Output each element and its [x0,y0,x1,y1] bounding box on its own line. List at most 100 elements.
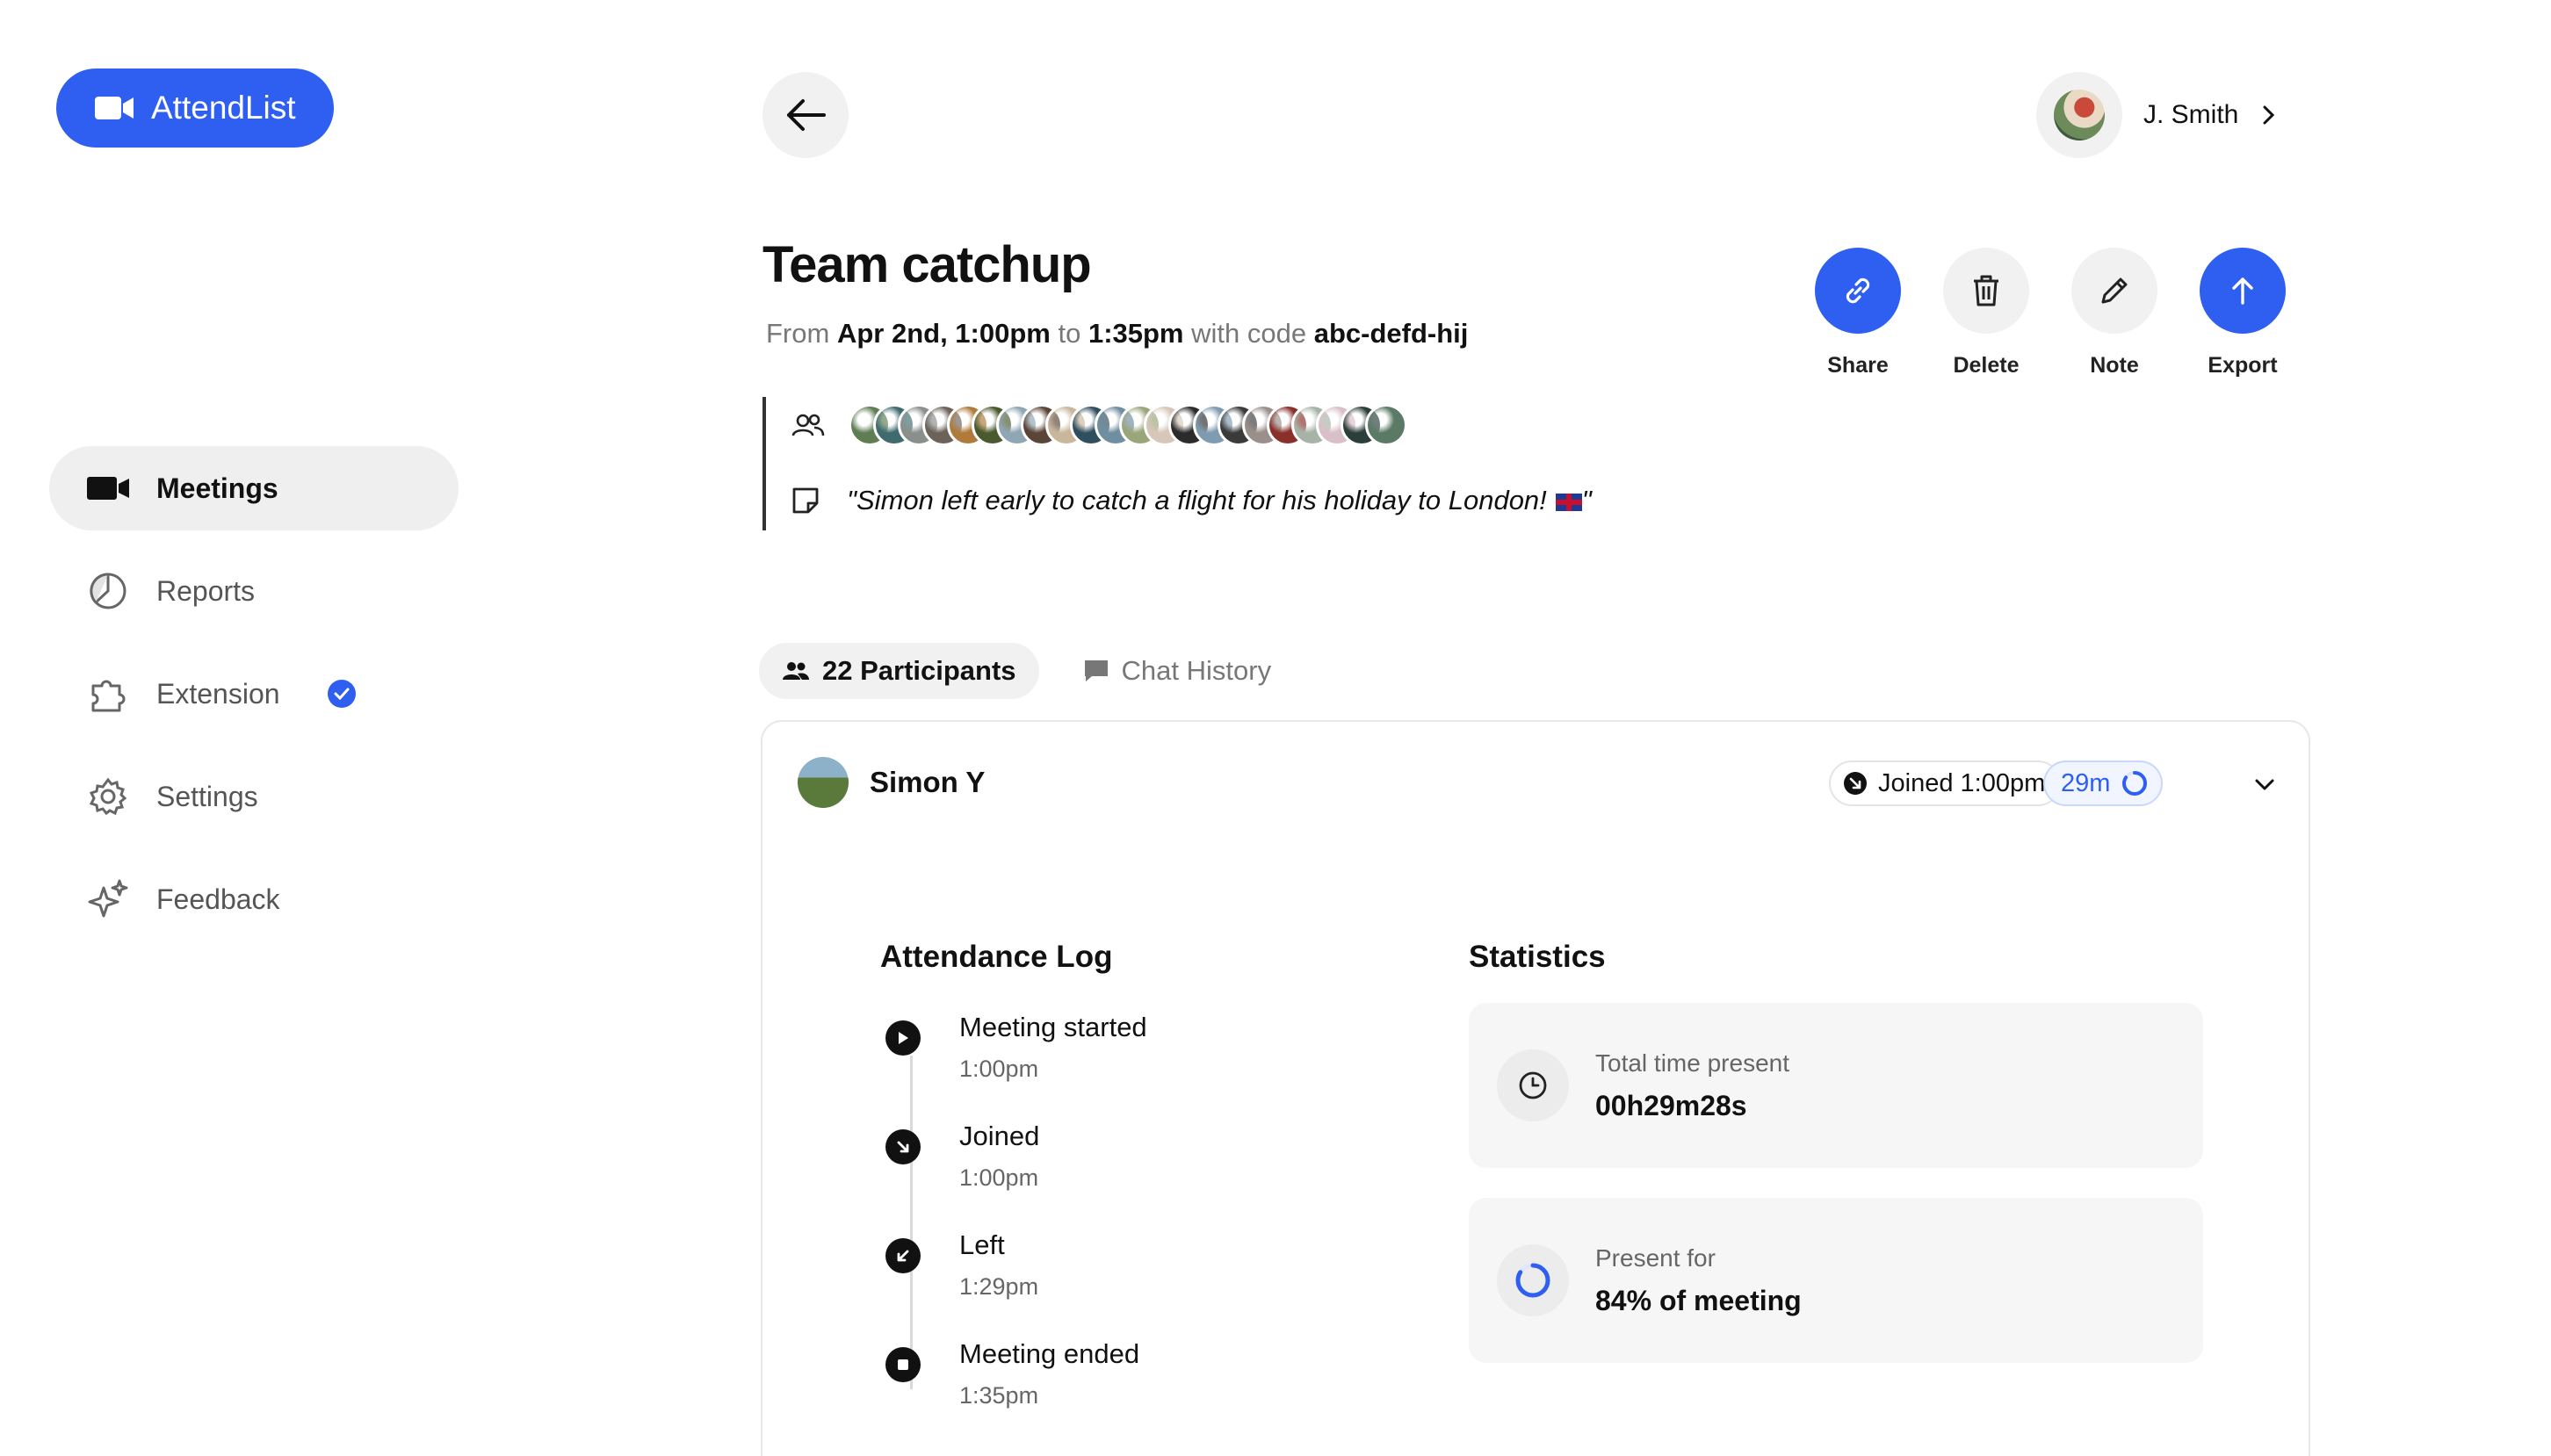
pie-chart-icon [86,569,130,613]
avatar [2036,72,2122,158]
attendees-row [791,397,1592,453]
sidebar-item-extension[interactable]: Extension [49,652,459,736]
sidebar-item-label: Settings [156,780,258,812]
chat-icon [1084,660,1108,681]
meeting-subtitle: From Apr 2nd, 1:00pm to 1:35pm with code… [766,318,1468,350]
action-label: Note [2090,353,2139,378]
sidebar-nav: Meetings Reports Extension Settings Feed… [49,446,459,960]
duration-text: 29m [2061,768,2111,797]
pencil-icon [2101,278,2128,304]
participant-name: Simon Y [870,766,986,798]
list-item: Left 1:29pm [885,1226,1147,1335]
verified-check-icon [327,680,356,708]
clock-icon [1497,1049,1569,1121]
user-name: J. Smith [2143,100,2239,129]
attendance-log-heading: Attendance Log [880,940,1113,974]
video-camera-icon [86,466,130,510]
trash-icon [1974,275,1998,306]
action-label: Delete [1953,353,2020,378]
gear-icon [86,775,130,818]
people-outline-icon [791,414,825,436]
attendee-avatar[interactable] [1365,404,1407,446]
progress-ring-icon [1497,1244,1569,1316]
log-time: 1:00pm [959,1056,1039,1082]
chevron-down-icon [2255,779,2274,790]
action-label: Share [1827,353,1889,378]
log-event: Meeting ended [959,1338,1140,1369]
page-title: Team catchup [762,236,1092,293]
sidebar-item-label: Feedback [156,883,280,915]
sidebar-item-label: Extension [156,677,280,710]
people-icon [783,662,809,680]
arrow-down-right-icon [1844,772,1867,795]
sidebar-item-settings[interactable]: Settings [49,754,459,839]
log-time: 1:35pm [959,1382,1039,1409]
tab-bar: 22 Participants Chat History [759,643,1294,699]
meeting-note: "Simon left early to catch a flight for … [847,485,1592,516]
uk-flag-icon [1555,493,1582,511]
sparkle-icon [86,877,130,921]
tab-label: Chat History [1121,655,1272,686]
share-button[interactable]: Share [1815,248,1901,378]
sidebar-item-reports[interactable]: Reports [49,549,459,633]
stat-value: 84% of meeting [1595,1284,1802,1316]
attendance-log: Meeting started 1:00pm Joined 1:00pm Lef… [885,1008,1147,1444]
arrow-down-right-icon [885,1129,921,1164]
avatar [798,757,849,808]
sidebar-item-label: Reports [156,574,256,607]
list-item: Meeting ended 1:35pm [885,1335,1147,1444]
joined-badge: Joined 1:00pm [1829,760,2062,806]
note-button[interactable]: Note [2071,248,2157,378]
participant-card: Simon Y Joined 1:00pm 29m Attendance Log… [761,720,2310,1456]
stat-present-for: Present for 84% of meeting [1469,1198,2203,1363]
arrow-down-left-icon [885,1238,921,1273]
meeting-code: abc-defd-hij [1313,318,1469,349]
stat-total-time: Total time present 00h29m28s [1469,1003,2203,1168]
meeting-note-close: " [1581,485,1592,515]
log-time: 1:00pm [959,1164,1039,1191]
log-event: Joined [959,1121,1040,1151]
meeting-note-text: "Simon left early to catch a flight for … [847,485,1547,515]
arrow-up-icon [2232,278,2253,305]
participant-header[interactable]: Simon Y [798,757,985,808]
link-icon [1846,278,1870,304]
export-button[interactable]: Export [2200,248,2286,378]
sidebar-item-feedback[interactable]: Feedback [49,857,459,941]
chevron-right-icon [2263,105,2275,125]
action-bar: Share Delete Note Export [1815,248,2286,378]
tab-label: 22 Participants [822,655,1016,686]
action-label: Export [2208,353,2278,378]
stop-icon [885,1347,921,1382]
back-button[interactable] [762,72,849,158]
attendee-avatars[interactable] [849,404,1407,446]
delete-button[interactable]: Delete [1943,248,2029,378]
note-row: "Simon left early to catch a flight for … [791,472,1592,529]
note-icon [792,487,819,514]
puzzle-icon [86,672,130,716]
tab-chat-history[interactable]: Chat History [1060,643,1295,699]
log-event: Meeting started [959,1012,1147,1042]
from-label: From [766,318,830,349]
sidebar-item-label: Meetings [156,472,278,504]
app-logo-button[interactable]: AttendList [56,68,334,148]
sidebar-item-meetings[interactable]: Meetings [49,446,459,530]
progress-ring-icon [2122,771,2148,796]
stat-label: Total time present [1595,1049,1789,1077]
joined-text: Joined 1:00pm [1878,768,2046,797]
log-time: 1:29pm [959,1273,1039,1300]
meeting-start: Apr 2nd, 1:00pm [836,318,1051,349]
tab-participants[interactable]: 22 Participants [759,643,1039,699]
play-icon [885,1020,921,1056]
user-menu[interactable]: J. Smith [2036,72,2277,158]
duration-badge: 29m [2043,760,2164,806]
arrow-left-icon [787,99,826,131]
list-item: Meeting started 1:00pm [885,1008,1147,1117]
to-label: to [1058,318,1081,349]
stat-value: 00h29m28s [1595,1089,1747,1121]
list-item: Joined 1:00pm [885,1117,1147,1226]
app-name: AttendList [151,90,296,126]
meeting-meta: "Simon left early to catch a flight for … [762,397,1592,530]
expand-toggle[interactable] [2247,768,2282,803]
video-camera-icon [95,97,134,119]
meeting-end: 1:35pm [1088,318,1184,349]
